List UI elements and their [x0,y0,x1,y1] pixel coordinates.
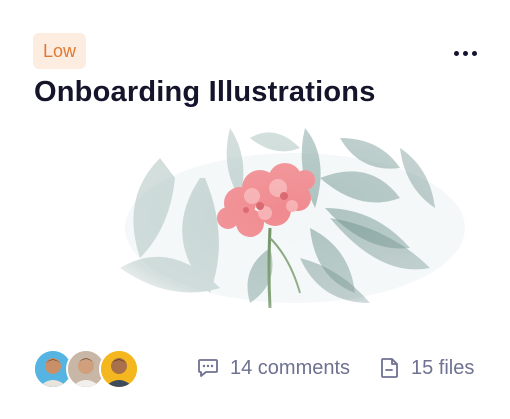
person-icon [101,351,137,387]
files-count[interactable]: 15 files [377,351,474,385]
file-icon [381,358,398,378]
comments-count[interactable]: 14 comments [196,351,350,385]
comments-label: 14 comments [230,356,351,379]
more-options-button[interactable] [448,40,482,66]
flower-illustration [100,118,480,308]
more-horizontal-icon [453,50,459,56]
files-label: 15 files [411,356,475,379]
priority-badge: Low [33,33,87,69]
priority-label: Low [43,41,77,61]
more-horizontal-icon-dot [462,50,468,56]
card-title: Onboarding Illustrations [34,76,376,108]
task-card[interactable]: Low Onboarding Illustrations 14 comments… [0,0,510,419]
avatar[interactable] [99,349,139,389]
more-horizontal-icon-dot [471,50,477,56]
comment-icon [198,359,218,377]
